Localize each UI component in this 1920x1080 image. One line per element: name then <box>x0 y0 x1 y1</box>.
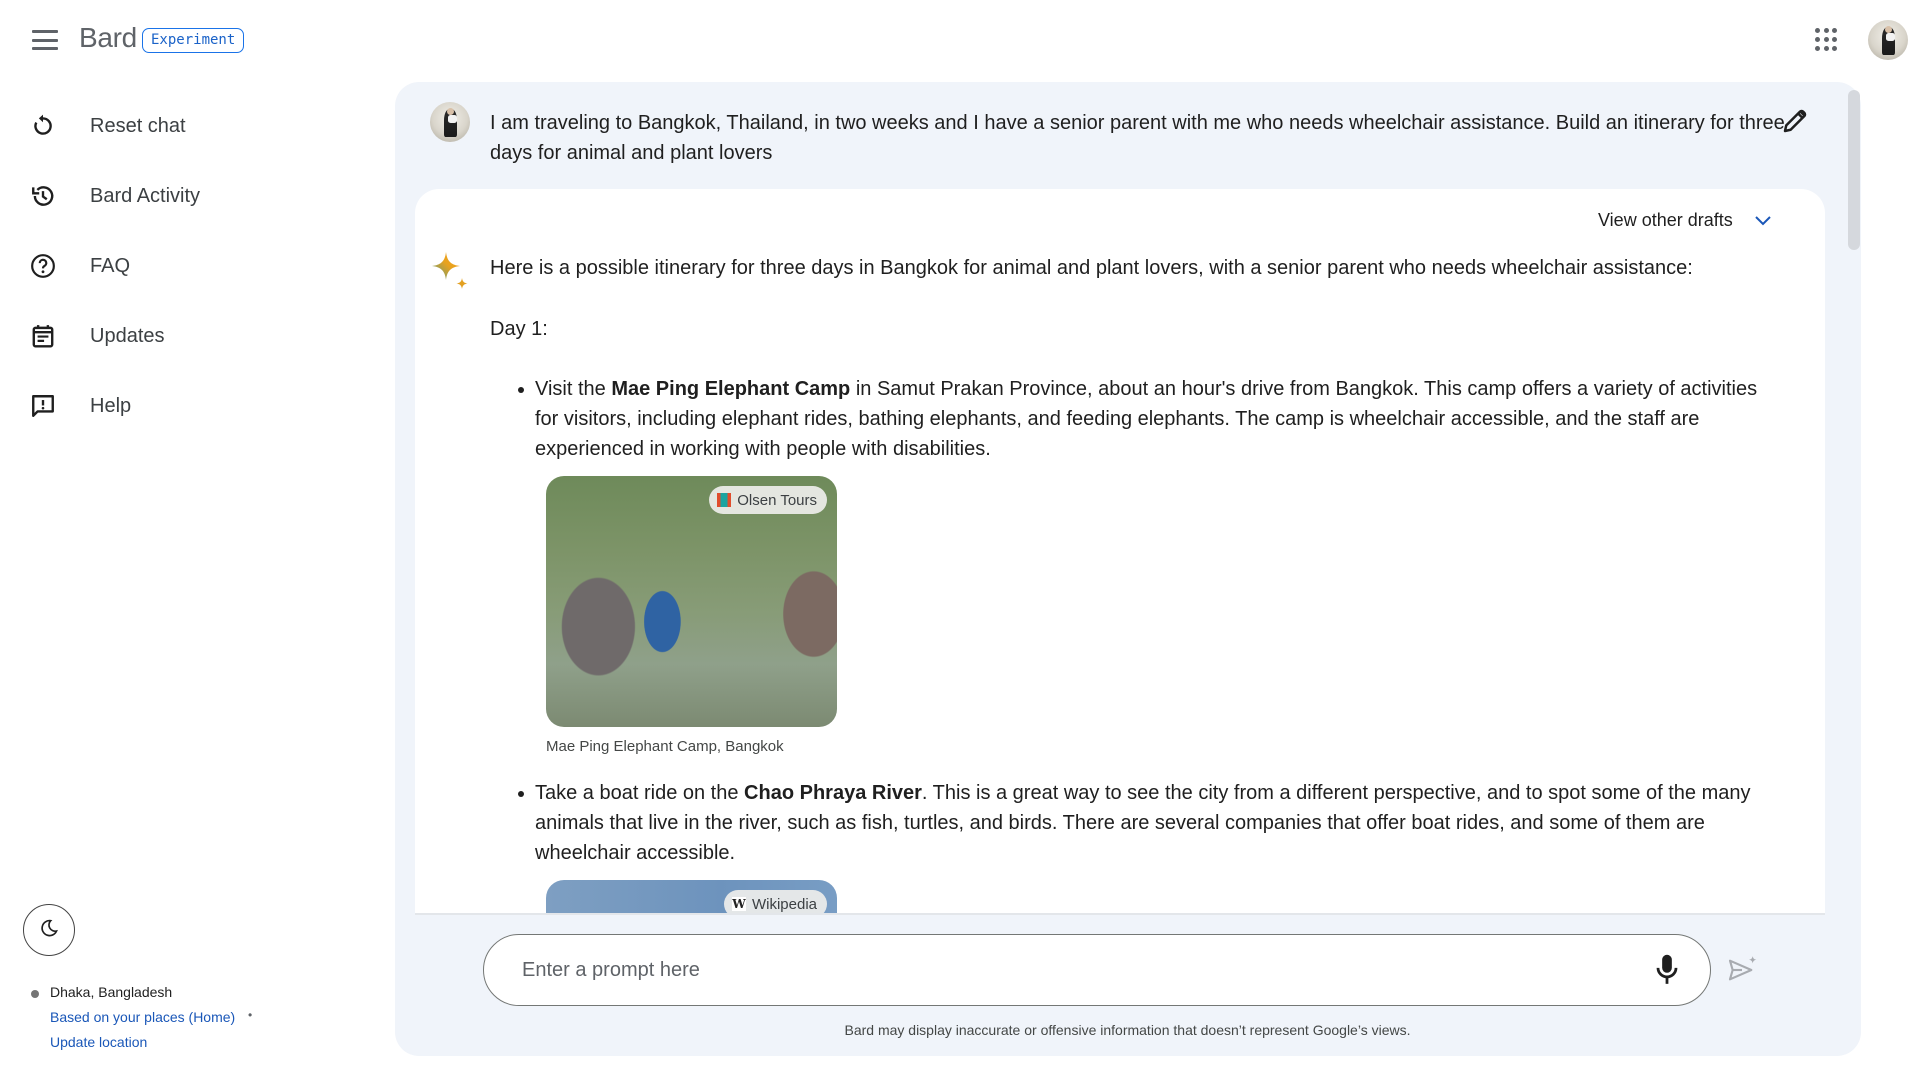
sidebar-item-label: Bard Activity <box>90 184 201 207</box>
disclaimer-text: Bard may display inaccurate or offensive… <box>844 1022 1411 1038</box>
app-name: Bard <box>79 22 137 53</box>
itinerary-item: Take a boat ride on the Chao Phraya Rive… <box>518 778 1785 868</box>
elephant-camp-image[interactable]: Olsen Tours <box>546 476 837 727</box>
experiment-badge: Experiment <box>142 28 245 53</box>
sidebar-item-label: FAQ <box>90 254 131 277</box>
user-prompt: I am traveling to Bangkok, Thailand, in … <box>490 112 1785 164</box>
view-other-drafts-button[interactable]: View other drafts <box>1598 205 1773 235</box>
image-source-label: Wikipedia <box>751 895 817 913</box>
help-circle-icon <box>28 251 58 281</box>
item-place-name: Chao Phraya River <box>744 782 922 804</box>
google-apps-grid-icon[interactable] <box>1815 28 1839 52</box>
dark-theme-toggle[interactable] <box>23 904 75 956</box>
feedback-icon <box>28 391 58 421</box>
history-icon <box>28 181 58 211</box>
sidebar-item-reset-chat[interactable]: Reset chat <box>12 100 342 152</box>
edit-prompt-button[interactable] <box>1780 106 1810 136</box>
moon-icon <box>39 918 59 943</box>
item-place-name: Mae Ping Elephant Camp <box>611 378 851 400</box>
response-intro: Here is a possible itinerary for three d… <box>490 257 1693 279</box>
calendar-icon <box>28 321 58 351</box>
send-button[interactable] <box>1726 954 1758 986</box>
day-heading: Day 1: <box>490 318 548 340</box>
sidebar-item-bard-activity[interactable]: Bard Activity <box>12 170 342 222</box>
sidebar-item-updates[interactable]: Updates <box>12 310 342 362</box>
chevron-down-icon <box>1755 216 1771 226</box>
item-text: Take a boat ride on the <box>535 782 745 804</box>
sidebar-item-label: Help <box>90 394 132 417</box>
prompt-input-box[interactable] <box>483 934 1711 1006</box>
sidebar-item-label: Updates <box>90 324 165 347</box>
reset-icon <box>28 111 58 141</box>
view-drafts-label: View other drafts <box>1598 209 1733 230</box>
microphone-button[interactable] <box>1650 952 1684 988</box>
sidebar-item-help[interactable]: Help <box>12 380 342 432</box>
image-caption: Mae Ping Elephant Camp, Bangkok <box>546 738 784 755</box>
itinerary-item: Visit the Mae Ping Elephant Camp in Samu… <box>518 374 1785 464</box>
account-avatar[interactable] <box>1868 20 1908 60</box>
olsen-tours-logo-icon <box>717 493 732 507</box>
top-bar: Bard Experiment <box>0 0 1920 80</box>
microphone-icon <box>1650 954 1684 992</box>
chat-scrollbar[interactable] <box>1848 90 1860 250</box>
sidebar-item-faq[interactable]: FAQ <box>12 240 342 292</box>
location-name: Dhaka, Bangladesh <box>50 984 173 1000</box>
image-source-label: Olsen Tours <box>737 491 817 509</box>
sidebar-item-label: Reset chat <box>90 114 186 137</box>
pencil-icon <box>1780 109 1810 140</box>
location-separator: • <box>248 1008 253 1022</box>
send-icon <box>1726 956 1758 990</box>
location-dot <box>31 990 39 998</box>
item-text: Visit the <box>535 378 612 400</box>
image-source-chip[interactable]: Olsen Tours <box>709 486 827 514</box>
user-avatar <box>430 102 470 142</box>
prompt-input[interactable] <box>522 953 1602 987</box>
wikipedia-logo-icon: W <box>731 897 746 911</box>
hamburger-menu-icon[interactable] <box>28 27 62 53</box>
bard-sparkle-icon <box>430 250 472 292</box>
